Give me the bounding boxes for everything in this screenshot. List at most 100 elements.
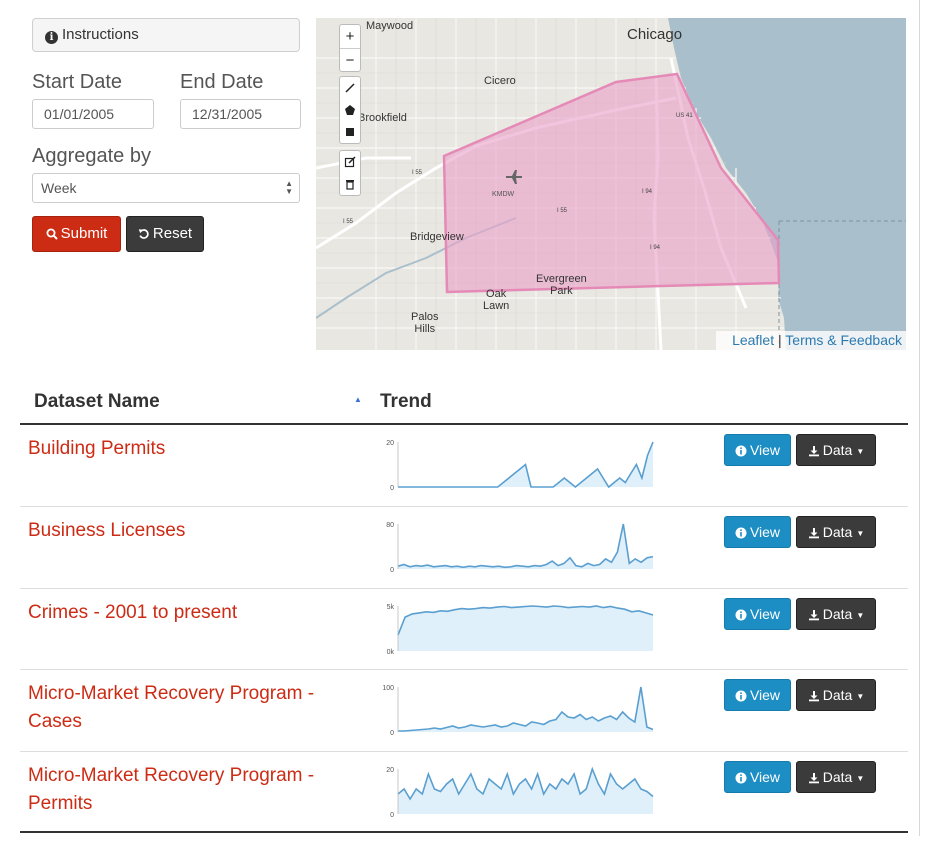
draw-toolbar <box>339 76 361 144</box>
aggregate-select[interactable]: Week ▲ ▼ <box>32 173 300 203</box>
row-divider <box>20 506 908 507</box>
polyline-icon <box>345 83 355 93</box>
attribution-separator: | <box>778 332 782 348</box>
download-icon <box>808 446 819 457</box>
map-label-kmdw: KMDW <box>492 191 515 198</box>
zoom-in-button[interactable]: + <box>340 25 360 49</box>
download-icon <box>808 528 819 539</box>
highway-shield: I 55 <box>343 219 354 225</box>
submit-button[interactable]: Submit <box>32 216 121 252</box>
view-button[interactable]: View <box>724 761 791 793</box>
view-label: View <box>749 769 781 785</box>
view-button[interactable]: View <box>724 516 791 548</box>
map-label-brookfield: Brookfield <box>358 112 407 124</box>
delete-layers-button[interactable] <box>340 173 360 195</box>
info-icon <box>735 609 747 621</box>
highway-shield: I 94 <box>650 245 661 251</box>
map-label-chicago: Chicago <box>627 26 683 43</box>
map-label-evergreen-park: Evergreen Park <box>536 273 587 297</box>
view-label: View <box>749 442 781 458</box>
view-button[interactable]: View <box>724 598 791 630</box>
data-label: Data <box>822 687 853 703</box>
data-label: Data <box>822 606 853 622</box>
map-label-palos-hills: Palos Hills <box>411 311 439 335</box>
edit-layers-button[interactable] <box>340 151 360 173</box>
dataset-name-link[interactable]: Micro-Market Recovery Program - Cases <box>28 680 358 736</box>
draw-polygon-button[interactable] <box>340 99 360 121</box>
table-header-rule <box>20 423 908 425</box>
map[interactable]: Maywood Chicago Cicero Brookfield Bridge… <box>316 18 906 350</box>
info-icon <box>735 527 747 539</box>
start-date-input[interactable]: 01/01/2005 <box>32 99 154 129</box>
sort-ascending-icon[interactable]: ▲ <box>354 395 362 404</box>
rectangle-icon <box>346 128 354 136</box>
info-icon <box>735 445 747 457</box>
map-label-oak-lawn: Oak Lawn <box>483 288 510 312</box>
column-header-dataset-name[interactable]: Dataset Name <box>34 391 160 413</box>
select-arrows-icon: ▲ ▼ <box>285 179 293 196</box>
download-icon <box>808 773 819 784</box>
data-dropdown-button[interactable]: Data ▼ <box>796 516 876 548</box>
trend-ymin-label: 0 <box>390 812 394 819</box>
zoom-control: + − <box>339 24 361 72</box>
view-button[interactable]: View <box>724 679 791 711</box>
draw-polyline-button[interactable] <box>340 77 360 99</box>
map-attribution: Leaflet | Terms & Feedback <box>716 331 906 350</box>
trend-ymax-label: 80 <box>386 522 394 529</box>
dataset-name-link[interactable]: Business Licenses <box>28 517 358 545</box>
trend-ymax-label: 5k <box>387 604 395 611</box>
aggregate-label: Aggregate by <box>32 145 151 167</box>
highway-shield: I 55 <box>412 170 423 176</box>
caret-down-icon: ▼ <box>856 692 865 701</box>
table-bottom-rule <box>20 831 908 833</box>
highway-shield: I 55 <box>557 208 568 214</box>
terms-link[interactable]: Terms & Feedback <box>785 332 902 348</box>
trend-ymin-label: 0 <box>390 567 394 574</box>
trend-sparkline: 80 0 <box>386 522 654 574</box>
trend-ymin-label: 0 <box>390 730 394 737</box>
trend-ymax-label: 20 <box>386 440 394 447</box>
trend-ymin-label: 0 <box>390 485 394 492</box>
submit-label: Submit <box>60 225 108 242</box>
trend-ymax-label: 100 <box>382 685 394 692</box>
view-button[interactable]: View <box>724 434 791 466</box>
trash-icon <box>346 180 354 190</box>
zoom-out-button[interactable]: − <box>340 49 360 72</box>
dataset-name-link[interactable]: Micro-Market Recovery Program - Permits <box>28 762 358 818</box>
edit-toolbar <box>339 150 361 196</box>
map-canvas <box>316 18 906 350</box>
leaflet-link[interactable]: Leaflet <box>732 332 774 348</box>
data-label: Data <box>822 524 853 540</box>
frame-edge <box>919 0 920 836</box>
reset-icon <box>138 229 149 239</box>
instructions-button[interactable]: i Instructions <box>32 18 300 52</box>
data-dropdown-button[interactable]: Data ▼ <box>796 679 876 711</box>
dataset-name-link[interactable]: Building Permits <box>28 435 358 463</box>
reset-label: Reset <box>152 225 193 242</box>
caret-down-icon: ▼ <box>856 611 865 620</box>
trend-sparkline: 20 0 <box>386 440 654 492</box>
view-label: View <box>749 606 781 622</box>
trend-sparkline: 20 0 <box>386 766 654 819</box>
reset-button[interactable]: Reset <box>126 216 204 252</box>
end-date-label: End Date <box>180 71 264 93</box>
row-divider <box>20 751 908 752</box>
data-dropdown-button[interactable]: Data ▼ <box>796 598 876 630</box>
map-label-bridgeview: Bridgeview <box>410 231 464 243</box>
aggregate-value: Week <box>41 180 77 196</box>
data-dropdown-button[interactable]: Data ▼ <box>796 434 876 466</box>
draw-rectangle-button[interactable] <box>340 121 360 143</box>
polygon-icon <box>345 105 355 115</box>
info-icon <box>735 772 747 784</box>
trend-ymin-label: 0k <box>387 649 395 656</box>
trend-sparkline: 5k 0k <box>387 604 654 656</box>
data-label: Data <box>822 442 853 458</box>
end-date-input[interactable]: 12/31/2005 <box>180 99 301 129</box>
data-dropdown-button[interactable]: Data ▼ <box>796 761 876 793</box>
view-label: View <box>749 687 781 703</box>
trend-sparkline: 100 0 <box>382 685 654 737</box>
info-icon <box>735 690 747 702</box>
dataset-name-link[interactable]: Crimes - 2001 to present <box>28 599 358 627</box>
trend-ymax-label: 20 <box>386 767 394 774</box>
start-date-label: Start Date <box>32 71 123 93</box>
